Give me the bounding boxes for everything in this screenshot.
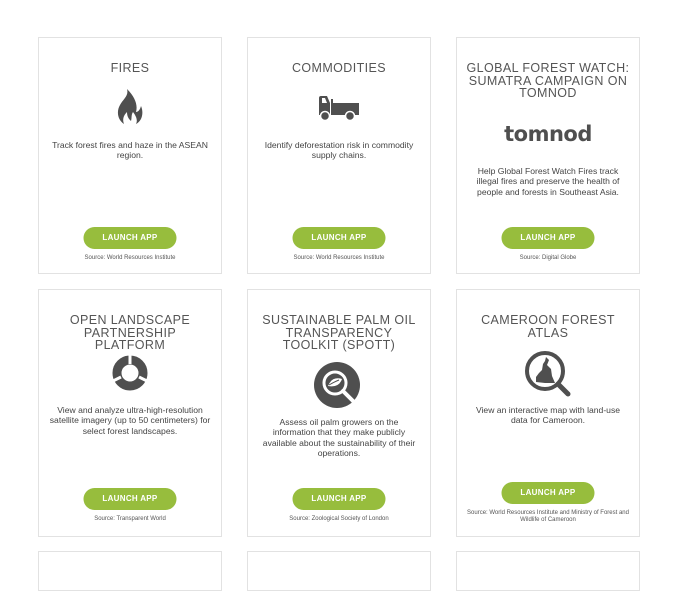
launch-app-button[interactable]: LAUNCH APP	[83, 488, 177, 510]
app-card-partial	[456, 551, 640, 591]
card-title: Sustainable Palm Oil Transparency Toolki…	[262, 313, 416, 352]
card-title: Cameroon Forest Atlas	[481, 313, 615, 340]
app-card-fires: Fires Track forest fires and haze in the…	[38, 37, 222, 274]
launch-app-button[interactable]: LAUNCH APP	[501, 482, 595, 504]
app-card-commodities: Commodities Identify deforestation risk …	[247, 37, 431, 274]
card-description: Track forest fires and haze in the ASEAN…	[52, 140, 208, 161]
card-title: Commodities	[292, 61, 386, 75]
card-description: View and analyze ultra-high-resolution s…	[49, 405, 211, 436]
card-description: View an interactive map with land-use da…	[475, 405, 621, 426]
card-description: Help Global Forest Watch Fires track ill…	[476, 166, 620, 197]
truck-icon	[317, 94, 361, 127]
tomnod-logo: tomnod	[504, 122, 592, 146]
app-card-spott: Sustainable Palm Oil Transparency Toolki…	[247, 289, 431, 537]
launch-app-button[interactable]: LAUNCH APP	[501, 227, 595, 249]
launch-app-button[interactable]: LAUNCH APP	[83, 227, 177, 249]
card-source: Source: World Resources Institute	[84, 255, 176, 261]
launch-app-button[interactable]: LAUNCH APP	[292, 227, 386, 249]
magnifier-map-icon	[524, 350, 572, 403]
card-description: Identify deforestation risk in commodity…	[264, 140, 414, 161]
ring-icon	[111, 354, 149, 397]
card-source: Source: World Resources Institute	[293, 255, 385, 261]
card-source: Source: Transparent World	[94, 516, 166, 522]
app-card-cameroon: Cameroon Forest Atlas View an interactiv…	[456, 289, 640, 537]
app-card-partial	[247, 551, 431, 591]
app-card-partial	[38, 551, 222, 591]
flame-icon	[113, 88, 147, 131]
app-card-open-landscape: Open Landscape Partnership Platform View…	[38, 289, 222, 537]
card-title: Open Landscape Partnership Platform	[69, 313, 191, 352]
card-title: Fires	[110, 61, 150, 75]
card-title: Global Forest Watch: Sumatra Campaign on…	[466, 61, 630, 100]
launch-app-button[interactable]: LAUNCH APP	[292, 488, 386, 510]
card-description: Assess oil palm growers on the informati…	[262, 417, 416, 459]
card-source: Source: Zoological Society of London	[289, 516, 389, 522]
magnifier-leaf-icon	[314, 362, 364, 417]
card-source: Source: World Resources Institute and Mi…	[467, 510, 629, 523]
app-card-tomnod: Global Forest Watch: Sumatra Campaign on…	[456, 37, 640, 274]
card-source: Source: Digital Globe	[519, 255, 577, 261]
